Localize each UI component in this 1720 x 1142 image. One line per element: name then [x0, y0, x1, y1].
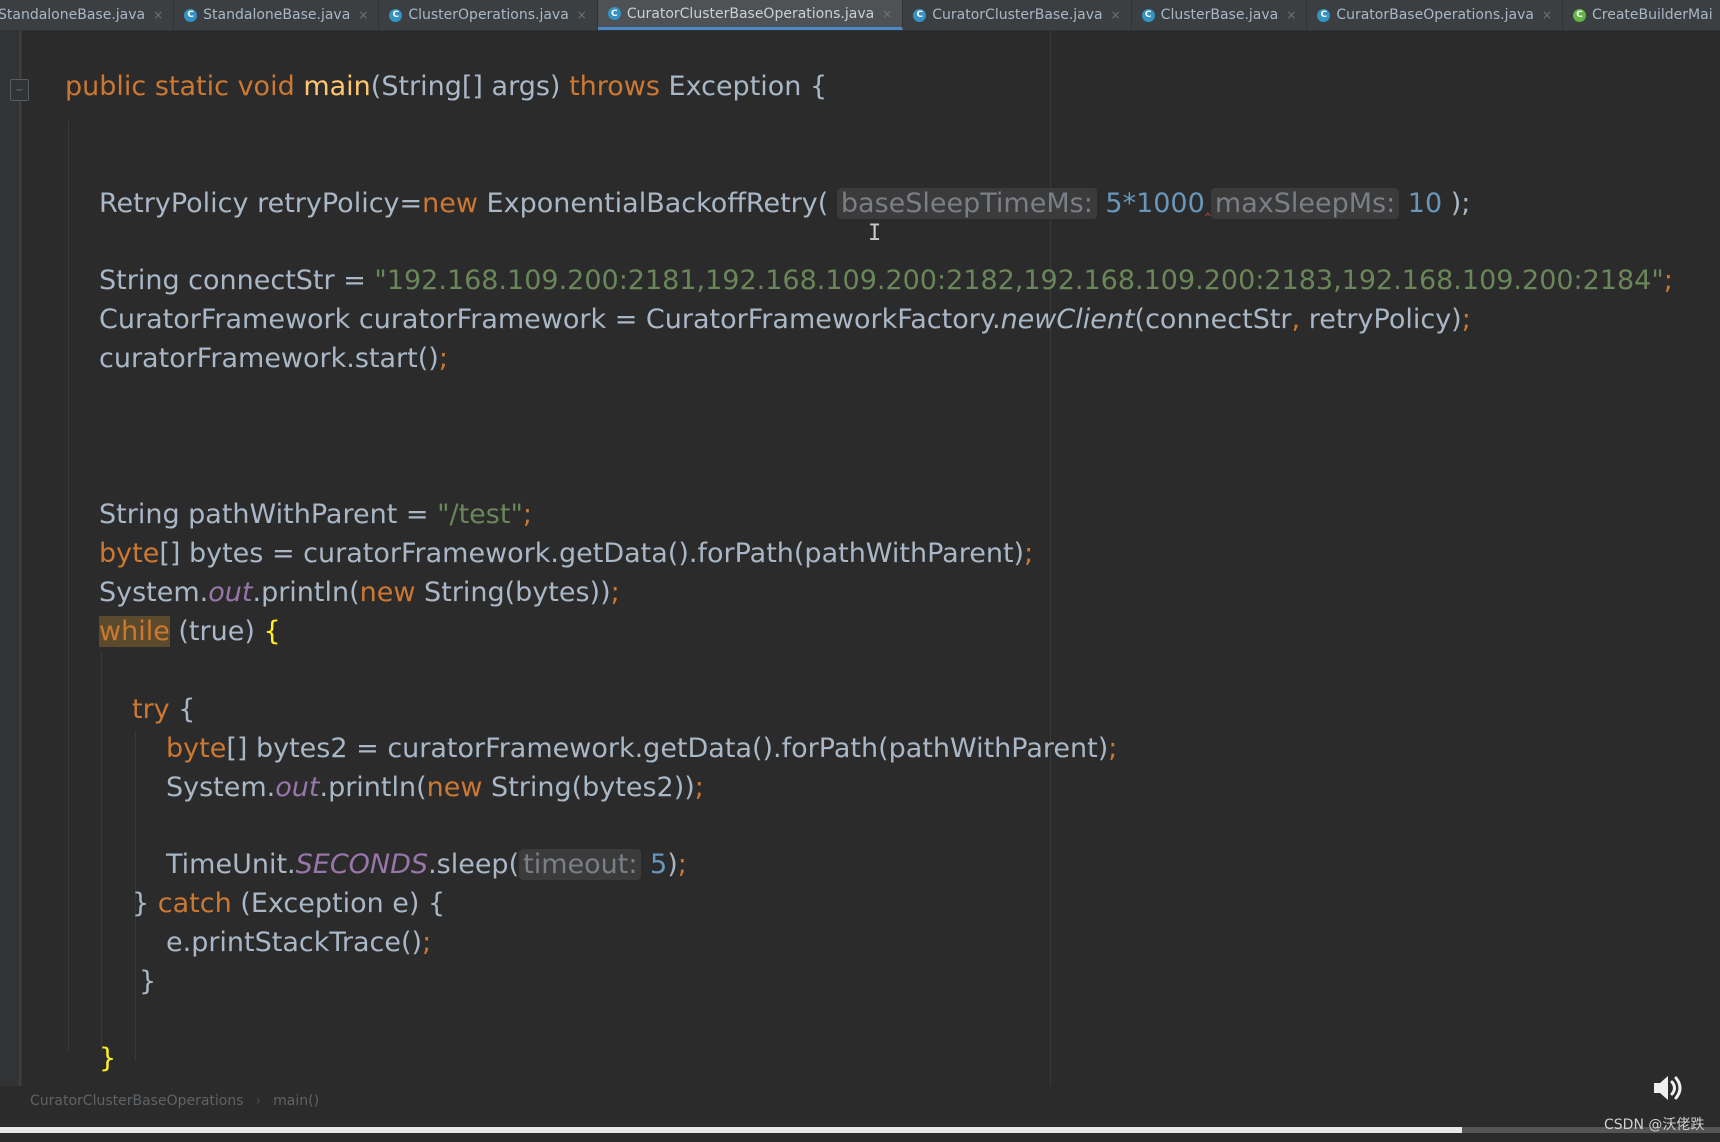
code-line: String connectStr = "192.168.109.200:218… — [99, 265, 1673, 296]
error-mark-icon: ‸ — [1204, 196, 1211, 217]
class-icon: C — [1573, 8, 1587, 22]
code-line: byte[] bytes2 = curatorFramework.getData… — [166, 733, 1118, 764]
class-icon: C — [1317, 8, 1331, 22]
code-line: TimeUnit.SECONDS.sleep(timeout: 5); — [166, 849, 687, 880]
breadcrumb: CuratorClusterBaseOperations › main() — [0, 1086, 1720, 1116]
mouse-text-cursor-icon: I — [868, 221, 882, 246]
breadcrumb-method[interactable]: main() — [273, 1093, 319, 1109]
code-line: System.out.println(new String(bytes)); — [99, 577, 620, 608]
code-line: String pathWithParent = "/test"; — [99, 499, 532, 530]
tab-label: CuratorBaseOperations.java — [1336, 7, 1534, 23]
class-icon: C — [1141, 8, 1155, 22]
volume-icon[interactable] — [1650, 1072, 1686, 1104]
code-line: curatorFramework.start(); — [99, 343, 448, 374]
editor-tab[interactable]: C CreateBuilderMai — [1563, 0, 1720, 30]
video-progress-bar[interactable] — [0, 1127, 1720, 1133]
tab-label: StandaloneBase.java — [0, 7, 146, 23]
tab-label: CuratorClusterBaseOperations.java — [626, 5, 875, 22]
param-hint: timeout: — [519, 849, 642, 880]
editor-tab-bar: StandaloneBase.java × C StandaloneBase.java… — [0, 0, 1720, 31]
code-line: byte[] bytes = curatorFramework.getData(… — [99, 538, 1034, 569]
editor-tab[interactable]: C CuratorClusterBase.java × — [903, 0, 1132, 30]
ide-window: StandaloneBase.java × C StandaloneBase.java… — [0, 0, 1720, 1142]
editor-tab[interactable]: C ClusterOperations.java × — [379, 0, 598, 30]
code-line: } — [99, 1041, 116, 1077]
code-line: System.out.println(new String(bytes2)); — [166, 772, 704, 803]
code-line: while (true) { — [99, 616, 281, 647]
matched-brace: } — [99, 1043, 117, 1074]
param-hint: maxSleepMs: — [1210, 188, 1400, 219]
code-line: e.printStackTrace(); — [166, 927, 432, 958]
tab-label: CreateBuilderMai — [1592, 7, 1713, 23]
breadcrumb-class[interactable]: CuratorClusterBaseOperations — [30, 1093, 244, 1109]
code-line: } — [139, 966, 157, 997]
tab-label: CuratorClusterBase.java — [932, 7, 1103, 23]
close-icon[interactable]: × — [1542, 8, 1552, 22]
highlighted-keyword: while — [99, 616, 170, 647]
video-progress-fill — [0, 1127, 1462, 1133]
indent-guide — [101, 651, 102, 1051]
close-icon[interactable]: × — [577, 8, 587, 22]
close-icon[interactable]: × — [153, 8, 163, 22]
close-icon[interactable]: × — [1111, 8, 1121, 22]
tab-label: ClusterOperations.java — [408, 7, 569, 23]
code-line: public static void main(String[] args) t… — [65, 71, 828, 102]
watermark: CSDN @沃佬跌 — [1604, 1117, 1705, 1133]
editor-tab[interactable]: StandaloneBase.java × — [0, 0, 175, 30]
editor-tab[interactable]: C StandaloneBase.java × — [174, 0, 380, 30]
class-icon: C — [184, 8, 198, 22]
tab-label: ClusterBase.java — [1160, 7, 1279, 23]
code-editor[interactable]: − public static void main(String[] args)… — [0, 31, 1720, 1091]
class-icon: C — [607, 7, 621, 20]
editor-tab[interactable]: C CuratorBaseOperations.java × — [1307, 0, 1564, 30]
close-icon[interactable]: × — [1286, 8, 1296, 22]
param-hint: baseSleepTimeMs: — [836, 188, 1097, 219]
indent-guide — [68, 121, 69, 1051]
editor-tab[interactable]: C CuratorClusterBaseOperations.java × — [597, 0, 904, 30]
editor-tab[interactable]: C ClusterBase.java × — [1132, 0, 1308, 30]
close-icon[interactable]: × — [358, 8, 368, 22]
close-icon[interactable]: × — [882, 7, 892, 21]
code-line: } catch (Exception e) { — [132, 888, 446, 919]
code-line: RetryPolicy retryPolicy=new ExponentialB… — [99, 188, 1471, 219]
code-line: try { — [132, 694, 196, 725]
class-icon: C — [913, 8, 927, 22]
tab-label: StandaloneBase.java — [203, 7, 351, 23]
fold-marker-icon[interactable]: − — [10, 79, 29, 101]
breadcrumb-separator: › — [255, 1093, 262, 1109]
gutter-divider — [19, 31, 21, 1091]
matched-brace: { — [263, 616, 281, 647]
class-icon: C — [389, 8, 403, 22]
code-line: CuratorFramework curatorFramework = Cura… — [99, 304, 1471, 335]
